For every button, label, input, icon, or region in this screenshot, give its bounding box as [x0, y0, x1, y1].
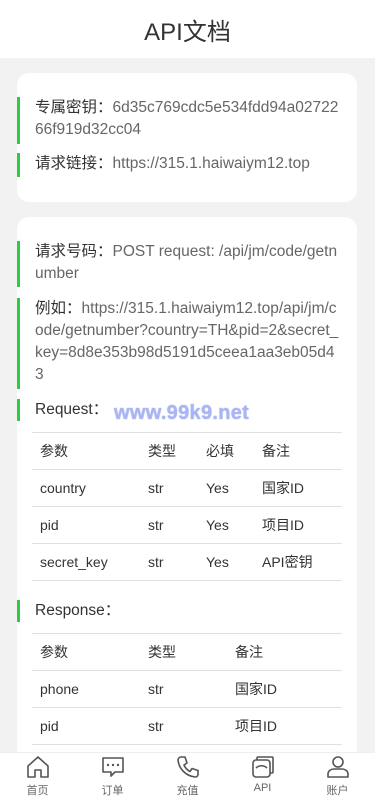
bottom-nav: 首页 订单 充值 API 账户 [0, 752, 375, 802]
response-section-row: Response： [17, 600, 134, 622]
home-icon [26, 756, 49, 778]
message-icon [101, 757, 124, 777]
table-cell: country [40, 480, 86, 496]
table-header-row: 参数 类型 必填 备注 [32, 432, 342, 470]
table-header-cell: 类型 [148, 443, 176, 459]
user-icon [326, 756, 349, 778]
table-cell: str [148, 480, 164, 496]
table-row: secret_key str Yes API密钥 [32, 543, 342, 581]
nav-label: 首页 [26, 785, 49, 797]
table-header-cell: 备注 [262, 443, 290, 459]
table-cell: str [148, 718, 164, 734]
secret-key-label: 专属密钥： [35, 99, 113, 116]
request-link-row: 请求链接：https://315.1.haiwaiym12.top [17, 153, 324, 177]
example-label: 例如： [35, 300, 82, 317]
request-link-label: 请求链接： [35, 155, 113, 172]
nav-item-account[interactable]: 账户 [300, 753, 375, 802]
table-cell: 项目ID [235, 718, 277, 734]
table-cell: Yes [206, 554, 229, 570]
nav-label: 充值 [176, 785, 199, 797]
table-header-cell: 参数 [40, 644, 68, 660]
nav-label: API [253, 782, 272, 794]
nav-item-api[interactable]: API [225, 753, 300, 802]
response-section-label: Response： [35, 602, 121, 619]
page-title: API文档 [144, 18, 231, 46]
table-row: pid str 项目ID [32, 707, 342, 745]
table-cell: str [148, 681, 164, 697]
nav-label: 订单 [101, 785, 124, 797]
table-cell: Yes [206, 517, 229, 533]
table-cell: str [148, 554, 164, 570]
watermark: www.99k9.net [114, 402, 250, 424]
table-header-cell: 类型 [148, 644, 176, 660]
table-cell: str [148, 517, 164, 533]
table-header-cell: 参数 [40, 443, 68, 459]
request-link-value[interactable]: https://315.1.haiwaiym12.top [113, 155, 310, 172]
table-cell: 国家ID [235, 681, 277, 697]
table-header-cell: 必填 [206, 443, 234, 459]
request-number-label: 请求号码： [35, 243, 113, 260]
secret-key-row: 专属密钥：6d35c769cdc5e534fdd94a0272266f919d3… [17, 97, 357, 144]
table-cell: 国家ID [262, 480, 304, 496]
nav-item-home[interactable]: 首页 [0, 753, 75, 802]
request-section-label: Request： [35, 401, 109, 418]
api-icon [251, 756, 274, 778]
request-param-table: 参数 类型 必填 备注 country str Yes 国家ID pid str… [32, 432, 342, 581]
getnumber-doc-card: 请求号码：POST request: /api/jm/code/getnumbe… [17, 217, 357, 777]
phone-icon [176, 756, 199, 778]
response-param-table: 参数 类型 备注 phone str 国家ID pid str 项目ID [32, 633, 342, 745]
example-row: 例如：https://315.1.haiwaiym12.top/api/jm/c… [17, 298, 357, 389]
table-cell: API密钥 [262, 554, 313, 570]
table-row: country str Yes 国家ID [32, 469, 342, 507]
nav-item-recharge[interactable]: 充值 [150, 753, 225, 802]
table-header-row: 参数 类型 备注 [32, 633, 342, 671]
table-cell: 项目ID [262, 517, 304, 533]
api-info-card: 专属密钥：6d35c769cdc5e534fdd94a0272266f919d3… [17, 73, 357, 202]
nav-item-orders[interactable]: 订单 [75, 753, 150, 802]
table-row: pid str Yes 项目ID [32, 506, 342, 544]
header: API文档 [0, 0, 375, 58]
table-row: phone str 国家ID [32, 670, 342, 708]
request-number-row: 请求号码：POST request: /api/jm/code/getnumbe… [17, 241, 357, 287]
nav-label: 账户 [326, 785, 349, 797]
table-cell: phone [40, 681, 79, 697]
table-cell: secret_key [40, 554, 108, 570]
request-section-row: Request： [17, 399, 122, 421]
table-cell: Yes [206, 480, 229, 496]
table-cell: pid [40, 718, 59, 734]
table-cell: pid [40, 517, 59, 533]
table-header-cell: 备注 [235, 644, 263, 660]
